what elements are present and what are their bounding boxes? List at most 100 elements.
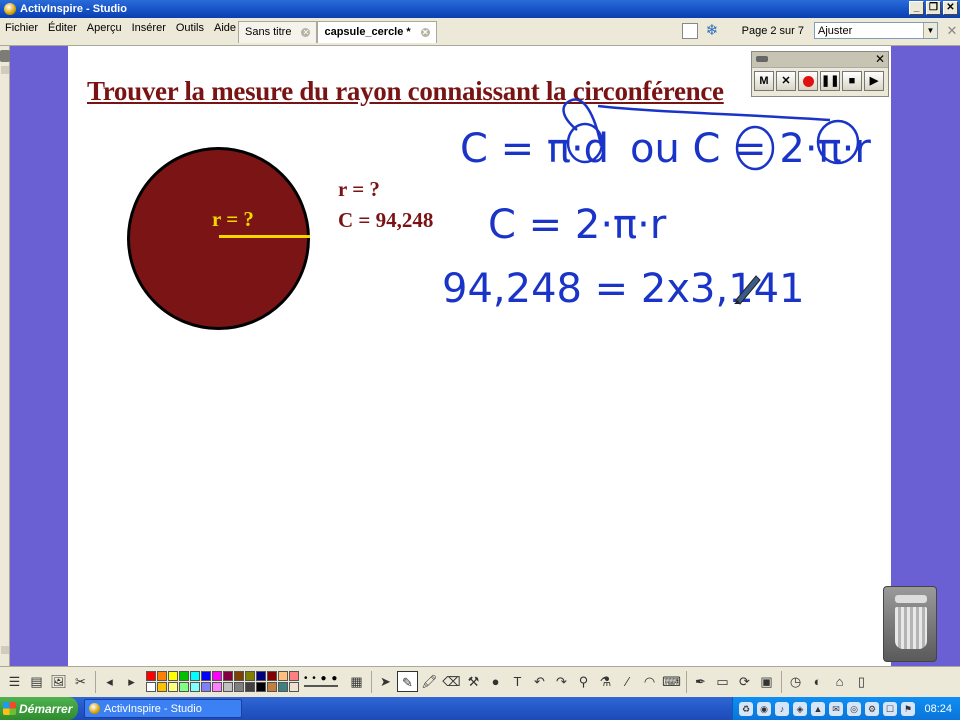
tools-icon[interactable]: ✂ [70,671,91,692]
color-swatch[interactable] [146,671,156,681]
color-swatch[interactable] [212,682,222,692]
tray-icon[interactable]: ☐ [883,701,897,716]
play-button[interactable]: ▶ [864,71,884,91]
toolbar-settings-icon[interactable]: ▯ [851,671,872,692]
color-swatch[interactable] [168,682,178,692]
menu-aide[interactable]: Aide [209,22,241,34]
color-swatch[interactable] [245,682,255,692]
fill-icon[interactable]: ● [485,671,506,692]
tab-capsule-cercle[interactable]: capsule_cercle * ✕ [317,21,437,43]
annotate-icon[interactable]: ✒ [690,671,711,692]
main-menu-icon[interactable]: ☰ [4,671,25,692]
tab-sans-titre[interactable]: Sans titre ✕ [238,21,318,43]
circle-shape[interactable] [127,147,310,330]
eraser-icon[interactable]: ⌫ [441,671,462,692]
stop-button[interactable]: ■ [842,71,862,91]
close-button[interactable]: ✕ [943,1,958,15]
restore-button[interactable]: ❐ [926,1,941,15]
desktop-annotate-icon[interactable]: 🖼 [48,671,69,692]
screen-recorder-widget[interactable]: ✕ M ✕ ❚❚ ■ ▶ [751,51,889,97]
color-swatch[interactable] [234,671,244,681]
close-document-icon[interactable]: ✕ [944,23,960,39]
tray-icon[interactable]: ◈ [793,701,807,716]
color-swatch[interactable] [267,682,277,692]
menu-editer[interactable]: Éditer [43,22,82,34]
tab-close-icon[interactable]: ✕ [301,28,311,37]
revealer-icon[interactable]: ⌂ [829,671,850,692]
color-swatch[interactable] [223,671,233,681]
cancel-button[interactable]: ✕ [776,71,796,91]
panel-toggle-icon[interactable] [0,50,10,62]
tray-icon[interactable]: ◎ [847,701,861,716]
color-swatch[interactable] [190,671,200,681]
tray-icon[interactable]: ♪ [775,701,789,716]
color-swatch[interactable] [168,671,178,681]
browsers-icon[interactable]: ▤ [26,671,47,692]
tab-close-icon[interactable]: ✕ [420,28,430,37]
tray-icon[interactable]: ✉ [829,701,843,716]
color-swatch[interactable] [278,671,288,681]
color-swatch[interactable] [267,671,277,681]
mute-button[interactable]: M [754,71,774,91]
protractor-icon[interactable]: ◠ [639,671,660,692]
highlighter-icon[interactable]: 🖍 [419,671,440,692]
undo-icon[interactable]: ↶ [529,671,550,692]
reset-page-icon[interactable]: ⟳ [734,671,755,692]
shape-recognition-icon[interactable]: ⚗ [595,671,616,692]
record-button[interactable] [798,71,818,91]
scroll-up-icon[interactable] [1,66,9,74]
color-swatch[interactable] [289,682,299,692]
color-swatch[interactable] [179,671,189,681]
title-bar[interactable]: ActivInspire - Studio _ ❐ ✕ [0,0,960,18]
clock-icon[interactable]: ◷ [785,671,806,692]
color-swatch[interactable] [157,671,167,681]
color-swatch[interactable] [223,682,233,692]
pen-icon[interactable]: ✎ [397,671,418,692]
tray-icon[interactable]: ◉ [757,701,771,716]
taskbar-app-button[interactable]: ActivInspire - Studio [84,699,242,718]
menu-apercu[interactable]: Aperçu [82,22,127,34]
tray-icon[interactable]: ⚑ [901,701,915,716]
tray-icon[interactable]: ⚙ [865,701,879,716]
keyboard-icon[interactable]: ⌨ [661,671,682,692]
chevron-down-icon[interactable]: ▼ [923,23,937,38]
snowflake-icon[interactable]: ❄ [706,22,722,39]
trash-can-button[interactable] [883,586,937,662]
pen-width-selector[interactable]: • • ● ● [302,671,342,693]
page-view-icon[interactable] [681,22,698,39]
color-swatch[interactable] [256,682,266,692]
recorder-titlebar[interactable]: ✕ [752,52,888,68]
menu-inserer[interactable]: Insérer [127,22,171,34]
radius-line[interactable] [219,235,310,238]
color-swatch[interactable] [179,682,189,692]
color-swatch[interactable] [190,682,200,692]
color-swatch[interactable] [234,682,244,692]
menu-outils[interactable]: Outils [171,22,209,34]
color-swatch[interactable] [256,671,266,681]
connector-icon[interactable]: ⚲ [573,671,594,692]
page-tools-icon[interactable]: ▣ [756,671,777,692]
color-swatch[interactable] [201,671,211,681]
close-icon[interactable]: ✕ [875,52,885,66]
calculator-icon[interactable]: ▦ [346,671,367,692]
redo-icon[interactable]: ↷ [551,671,572,692]
wand-icon[interactable]: ⚒ [463,671,484,692]
color-swatch[interactable] [278,682,288,692]
color-swatch[interactable] [245,671,255,681]
pause-button[interactable]: ❚❚ [820,71,840,91]
minimize-button[interactable]: _ [909,1,924,15]
scroll-down-icon[interactable] [1,646,9,654]
color-swatch[interactable] [212,671,222,681]
previous-page-icon[interactable]: ◂ [99,671,120,692]
zoom-select[interactable]: Ajuster ▼ [814,22,938,39]
color-swatch[interactable] [201,682,211,692]
tray-icon[interactable]: ♻ [739,701,753,716]
select-icon[interactable]: ➤ [375,671,396,692]
color-swatch[interactable] [289,671,299,681]
line-icon[interactable]: ⁄ [617,671,638,692]
spotlight-icon[interactable]: ◐ [807,671,828,692]
pen-width-slider[interactable] [304,684,338,687]
color-swatch[interactable] [157,682,167,692]
grip-icon[interactable] [756,56,768,62]
tray-icon[interactable]: ▲ [811,701,825,716]
